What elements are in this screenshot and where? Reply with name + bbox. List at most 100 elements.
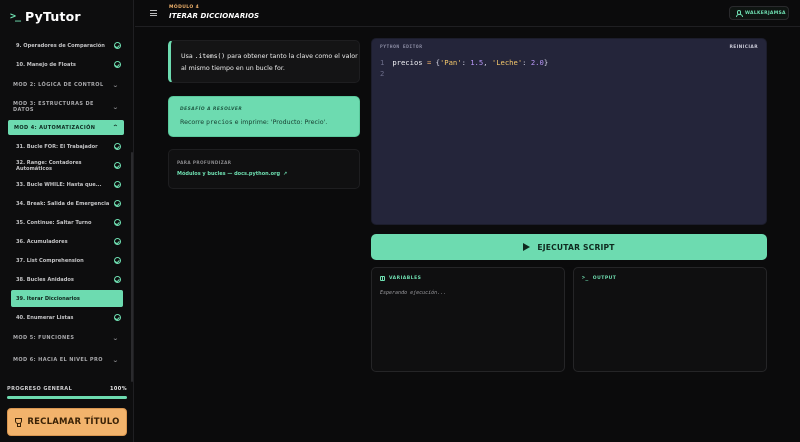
- code-token: :: [522, 58, 527, 67]
- menu-icon[interactable]: [150, 10, 157, 16]
- sidebar-module-4[interactable]: MOD 4: AUTOMATIZACIÓN ⌃: [8, 120, 124, 135]
- editor-toolbar: PYTHON EDITOR REINICIAR: [372, 39, 766, 55]
- code-token: 2.0: [530, 58, 544, 67]
- code-token: 1.5: [470, 58, 484, 67]
- module-label: MOD 3: ESTRUCTURAS DE DATOS: [13, 101, 94, 113]
- sidebar-module-5[interactable]: MOD 5: FUNCIONES ⌄: [0, 327, 132, 349]
- run-script-label: EJECUTAR SCRIPT: [537, 242, 615, 252]
- editor-label: PYTHON EDITOR: [380, 44, 423, 50]
- sidebar-item-label: 32. Range: Contadores Automáticos: [16, 159, 82, 172]
- code-editor[interactable]: PYTHON EDITOR REINICIAR 1 precios = {'Pa…: [371, 38, 767, 225]
- code-token: =: [426, 58, 432, 67]
- terminal-icon: >_: [582, 276, 589, 281]
- check-circle-icon: [114, 314, 121, 321]
- sidebar: >_ PyTutor 9. Operadores de Comparación …: [0, 0, 134, 442]
- module-label: MOD 6: HACIA EL NIVEL PRO: [13, 357, 103, 363]
- chevron-down-icon: ⌄: [111, 81, 119, 89]
- sidebar-item-label: 34. Break: Salida de Emergencia: [16, 200, 110, 207]
- trophy-icon: [14, 417, 22, 427]
- challenge-label: DESAFÍO A RESOLVER: [180, 107, 243, 112]
- sidebar-item-label: 36. Acumuladores: [16, 238, 68, 245]
- sidebar-module-6[interactable]: MOD 6: HACIA EL NIVEL PRO ⌄: [0, 349, 132, 371]
- check-circle-icon: [114, 200, 121, 207]
- sidebar-item-lesson-35[interactable]: 35. Continue: Saltar Turno: [0, 213, 132, 232]
- reset-button[interactable]: REINICIAR: [729, 45, 758, 50]
- claim-title-button[interactable]: RECLAMAR TÍTULO: [7, 408, 127, 436]
- sidebar-item-lesson-32[interactable]: 32. Range: Contadores Automáticos: [0, 156, 132, 175]
- variables-header: VARIABLES: [380, 276, 421, 281]
- sidebar-item-lesson-37[interactable]: 37. List Comprehension: [0, 251, 132, 270]
- terminal-icon: >_: [10, 10, 21, 22]
- further-reading-label: PARA PROFUNDIZAR: [177, 160, 232, 165]
- further-reading-card: PARA PROFUNDIZAR Módulos y bucles — docs…: [168, 149, 360, 189]
- sidebar-item-lesson-34[interactable]: 34. Break: Salida de Emergencia: [0, 194, 132, 213]
- progress-label: PROGRESO GENERAL: [7, 386, 73, 392]
- variables-icon: [380, 276, 385, 281]
- module-label: MOD 4: AUTOMATIZACIÓN: [14, 124, 96, 131]
- chevron-down-icon: ⌄: [111, 334, 119, 342]
- line-number: 1: [380, 58, 385, 67]
- check-circle-icon: [114, 61, 121, 68]
- sidebar-item-lesson-39[interactable]: 39. Iterar Diccionarios: [11, 290, 123, 307]
- sidebar-item-lesson-38[interactable]: 38. Bucles Anidados: [0, 270, 132, 289]
- challenge-text-part: Recorre: [180, 119, 207, 126]
- check-circle-icon: [114, 143, 121, 150]
- inline-code: .items(): [194, 53, 226, 60]
- sidebar-item-lesson-10[interactable]: 10. Manejo de Floats: [0, 55, 132, 74]
- sidebar-item-label: 39. Iterar Diccionarios: [16, 295, 80, 302]
- progress-value: 100%: [109, 386, 127, 392]
- output-label: OUTPUT: [592, 276, 617, 281]
- sidebar-item-label: 37. List Comprehension: [16, 257, 84, 264]
- user-badge[interactable]: WALKERJAMSA: [729, 6, 789, 20]
- sidebar-item-lesson-36[interactable]: 36. Acumuladores: [0, 232, 132, 251]
- output-panel: >_ OUTPUT: [573, 267, 767, 372]
- app-logo[interactable]: >_ PyTutor: [10, 8, 81, 24]
- progress-section: PROGRESO GENERAL 100%: [7, 386, 127, 399]
- sidebar-module-3[interactable]: MOD 3: ESTRUCTURAS DE DATOS ⌄: [0, 96, 132, 118]
- variables-label: VARIABLES: [389, 276, 422, 281]
- check-circle-icon: [114, 181, 121, 188]
- sidebar-item-label: 40. Enumerar Listas: [16, 314, 74, 321]
- code-token: 'Leche': [491, 58, 523, 67]
- play-icon: [523, 243, 531, 251]
- username: WALKERJAMSA: [745, 10, 786, 16]
- sidebar-item-lesson-9[interactable]: 9. Operadores de Comparación: [0, 36, 132, 55]
- run-script-button[interactable]: EJECUTAR SCRIPT: [371, 234, 767, 260]
- sidebar-item-label: 31. Bucle FOR: El Trabajador: [16, 143, 98, 150]
- check-circle-icon: [114, 276, 121, 283]
- code-token: ,: [483, 58, 488, 67]
- claim-title-label: RECLAMAR TÍTULO: [27, 417, 120, 427]
- code-line: 1 precios = {'Pan': 1.5, 'Leche': 2.0}: [380, 58, 548, 69]
- sidebar-item-lesson-40[interactable]: 40. Enumerar Listas: [0, 308, 132, 327]
- challenge-text-part: e imprime: 'Producto: Precio'.: [232, 119, 328, 126]
- check-circle-icon: [114, 257, 121, 264]
- code-token: :: [461, 58, 466, 67]
- line-number: 2: [380, 68, 385, 78]
- check-circle-icon: [114, 238, 121, 245]
- code-token: 'Pan': [439, 58, 462, 67]
- variables-panel: VARIABLES Esperando ejecución...: [371, 267, 565, 372]
- sidebar-item-label: 9. Operadores de Comparación: [16, 42, 105, 49]
- docs-link-text: Módulos y bucles — docs.python.org: [177, 171, 281, 177]
- code-token: precios: [392, 58, 423, 67]
- code-token: }: [543, 58, 549, 67]
- sidebar-item-lesson-31[interactable]: 31. Bucle FOR: El Trabajador: [0, 137, 132, 156]
- sidebar-scrollbar[interactable]: [131, 152, 133, 382]
- module-label: MOD 2: LÓGICA DE CONTROL: [13, 82, 104, 88]
- challenge-card: DESAFÍO A RESOLVER Recorre precios e imp…: [168, 96, 360, 137]
- check-circle-icon: [114, 162, 121, 169]
- check-circle-icon: [114, 219, 121, 226]
- sidebar-item-label: 33. Bucle WHILE: Hasta que...: [16, 181, 102, 188]
- module-label: MOD 5: FUNCIONES: [13, 335, 75, 341]
- sidebar-item-label: 10. Manejo de Floats: [16, 61, 76, 68]
- sidebar-item-lesson-33[interactable]: 33. Bucle WHILE: Hasta que...: [0, 175, 132, 194]
- user-icon: [735, 10, 743, 17]
- code-area[interactable]: 1 precios = {'Pan': 1.5, 'Leche': 2.0} 2: [380, 58, 548, 79]
- app-name: PyTutor: [25, 8, 81, 24]
- sidebar-item-label: 38. Bucles Anidados: [16, 276, 74, 283]
- chevron-down-icon: ⌄: [111, 103, 119, 111]
- module-label: MÓDULO 4: [169, 5, 200, 10]
- docs-link[interactable]: Módulos y bucles — docs.python.org ↗: [177, 171, 359, 177]
- lesson-nav: 9. Operadores de Comparación 10. Manejo …: [0, 36, 132, 371]
- sidebar-module-2[interactable]: MOD 2: LÓGICA DE CONTROL ⌄: [0, 74, 132, 96]
